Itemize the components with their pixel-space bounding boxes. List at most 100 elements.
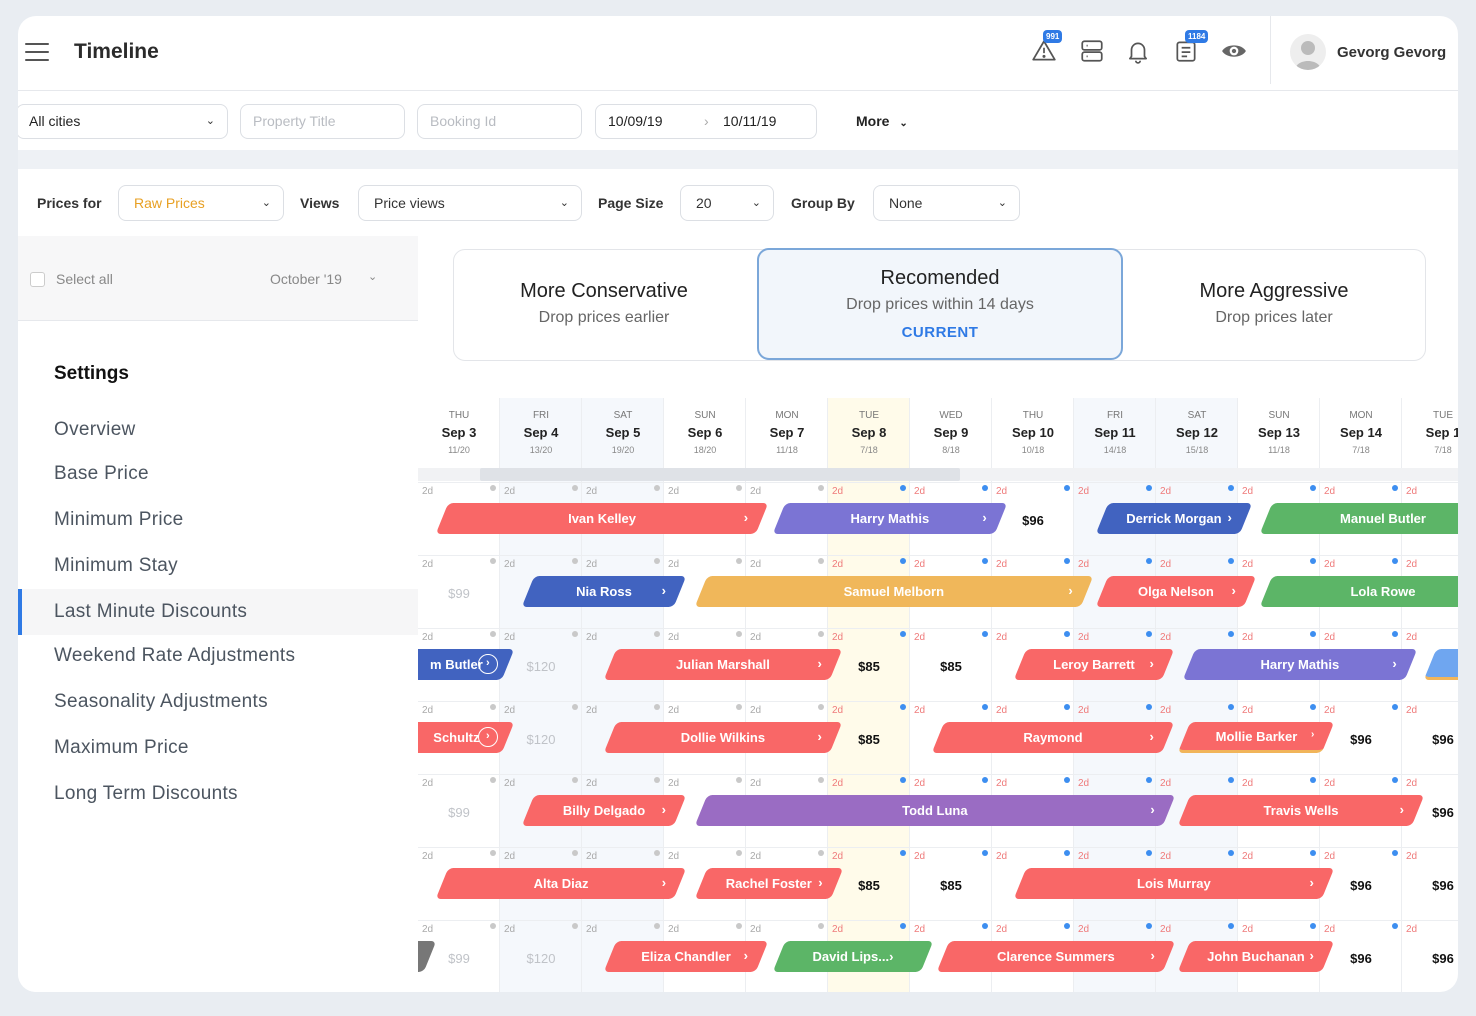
group-by-select[interactable]: None ⌄ xyxy=(873,185,1020,221)
booking-bar[interactable]: John Buchanan › xyxy=(1178,941,1335,972)
page-size-select[interactable]: 20 ⌄ xyxy=(680,185,774,221)
price-label[interactable]: $120 xyxy=(511,659,571,674)
booking-id-input[interactable]: Booking Id xyxy=(417,104,582,139)
min-stay-label: 2d xyxy=(1406,632,1418,643)
booking-bar[interactable]: Schultz › xyxy=(418,722,515,753)
booking-bar[interactable]: Julian Marshall › xyxy=(604,649,843,680)
booking-bar[interactable]: Derrick Morgan › xyxy=(1096,503,1253,534)
day-of-week: SAT xyxy=(1187,410,1207,421)
price-label[interactable]: $99 xyxy=(429,586,489,601)
booking-bar[interactable]: Harry Mathis › xyxy=(772,503,1007,534)
price-label[interactable]: $96 xyxy=(1413,805,1458,820)
status-dot xyxy=(1310,485,1316,491)
price-label[interactable]: $99 xyxy=(429,805,489,820)
chevron-down-icon: ⌄ xyxy=(559,197,569,209)
price-label[interactable]: $96 xyxy=(1331,732,1391,747)
price-label[interactable]: $85 xyxy=(921,659,981,674)
price-label[interactable]: $120 xyxy=(511,951,571,966)
eye-icon[interactable] xyxy=(1221,38,1249,66)
strategy-recommended[interactable]: Recomended Drop prices within 14 days CU… xyxy=(757,248,1123,360)
guest-name: David Lips... xyxy=(811,949,889,964)
date-range-input[interactable]: 10/09/19 › 10/11/19 xyxy=(595,104,817,139)
price-label[interactable]: $99 xyxy=(429,951,489,966)
day-date: Sep 13 xyxy=(1258,425,1300,440)
booking-bar[interactable]: Lois Murray › xyxy=(1014,868,1335,899)
property-title-input[interactable]: Property Title xyxy=(240,104,405,139)
settings-nav-item[interactable]: Seasonality Adjustments xyxy=(18,679,418,725)
price-label[interactable]: $85 xyxy=(839,878,899,893)
more-button[interactable]: More ⌄ xyxy=(856,113,908,129)
user-name[interactable]: Gevorg Gevorg xyxy=(1337,44,1446,61)
booking-bar[interactable]: Leroy Barrett › xyxy=(1014,649,1175,680)
booking-bar[interactable]: Billy Delgado › xyxy=(522,795,687,826)
settings-nav-item[interactable]: Weekend Rate Adjustments xyxy=(18,633,418,679)
prices-for-select[interactable]: Raw Prices ⌄ xyxy=(118,185,284,221)
booking-bar[interactable]: m Butler › xyxy=(418,649,515,680)
settings-nav-item[interactable]: Maximum Price xyxy=(18,725,418,771)
price-label[interactable]: $120 xyxy=(511,732,571,747)
booking-bar[interactable]: Todd Luna › xyxy=(694,795,1175,826)
day-header: THU Sep 10 10/18 xyxy=(992,398,1074,466)
strategy-subtitle: Drop prices later xyxy=(1215,309,1333,326)
min-stay-label: 2d xyxy=(1324,924,1336,935)
price-label[interactable]: $96 xyxy=(1331,951,1391,966)
alert-icon[interactable]: 991 xyxy=(1031,30,1063,66)
booking-bar[interactable]: Travis Wells › xyxy=(1178,795,1425,826)
min-stay-label: 2d xyxy=(1324,632,1336,643)
booking-bar[interactable]: David Lips... › xyxy=(772,941,933,972)
day-occupancy: 10/18 xyxy=(1021,445,1045,455)
guest-name: Lois Murray xyxy=(1137,876,1212,891)
price-label[interactable]: $85 xyxy=(921,878,981,893)
strategy-aggressive[interactable]: More Aggressive Drop prices later xyxy=(1124,250,1424,360)
row-divider xyxy=(418,847,1458,848)
price-label[interactable]: $96 xyxy=(1413,878,1458,893)
day-date: Sep 1 xyxy=(1425,425,1458,440)
select-all-checkbox[interactable] xyxy=(30,272,45,287)
booking-bar[interactable]: Harry Mathis › xyxy=(1182,649,1417,680)
strategy-conservative[interactable]: More Conservative Drop prices earlier xyxy=(454,250,754,360)
booking-bar[interactable]: Samuel Melborn › xyxy=(694,576,1093,607)
price-label[interactable]: $96 xyxy=(1413,732,1458,747)
price-label[interactable]: $96 xyxy=(1413,951,1458,966)
booking-bar[interactable]: Nia Ross › xyxy=(522,576,687,607)
chevron-right-icon: › xyxy=(1149,948,1155,963)
booking-bar[interactable]: Olga Nelson › xyxy=(1096,576,1257,607)
price-label[interactable]: $85 xyxy=(839,732,899,747)
avatar[interactable] xyxy=(1290,34,1326,70)
chevron-down-icon[interactable]: ⌄ xyxy=(368,270,377,283)
booking-bar[interactable]: Manuel Butler xyxy=(1260,503,1458,534)
booking-bar[interactable]: Clarence Summers › xyxy=(936,941,1175,972)
booking-bar[interactable]: Eliza Chandler › xyxy=(604,941,769,972)
settings-nav-item[interactable]: Minimum Stay xyxy=(18,543,418,589)
menu-icon[interactable] xyxy=(25,43,49,61)
settings-nav-item[interactable]: Overview xyxy=(18,407,418,453)
booking-bar[interactable]: Lola Rowe xyxy=(1260,576,1458,607)
bell-icon[interactable] xyxy=(1125,38,1153,66)
min-stay-label: 2d xyxy=(1242,924,1254,935)
server-icon[interactable] xyxy=(1079,38,1107,66)
min-stay-label: 2d xyxy=(1324,851,1336,862)
booking-bar[interactable]: Raymond › xyxy=(932,722,1175,753)
price-label[interactable]: $96 xyxy=(1331,878,1391,893)
guest-name: Mollie Barker xyxy=(1216,728,1298,744)
month-selector[interactable]: October '19 xyxy=(270,271,342,287)
price-label[interactable]: $85 xyxy=(839,659,899,674)
booking-bar[interactable]: Rachel Foster › xyxy=(694,868,843,899)
price-label[interactable]: $96 xyxy=(1003,513,1063,528)
document-icon[interactable]: 1184 xyxy=(1173,30,1209,66)
min-stay-label: 2d xyxy=(832,778,844,789)
timeline-scrollbar[interactable] xyxy=(480,468,960,481)
settings-nav-item[interactable]: Base Price xyxy=(18,451,418,497)
booking-bar[interactable]: Dollie Wilkins › xyxy=(604,722,843,753)
city-select[interactable]: All cities ⌄ xyxy=(18,104,228,139)
booking-bar[interactable]: Alta Diaz › xyxy=(436,868,687,899)
settings-nav-item[interactable]: Last Minute Discounts xyxy=(18,589,418,635)
booking-bar[interactable]: Mollie Barker › xyxy=(1178,722,1335,753)
row-divider xyxy=(418,555,1458,556)
settings-nav-item[interactable]: Long Term Discounts xyxy=(18,771,418,817)
booking-bar[interactable]: Ivan Kelley › xyxy=(436,503,769,534)
page-scrollbar[interactable] xyxy=(1458,170,1476,992)
status-dot xyxy=(1310,777,1316,783)
settings-nav-item[interactable]: Minimum Price xyxy=(18,497,418,543)
views-select[interactable]: Price views ⌄ xyxy=(358,185,582,221)
